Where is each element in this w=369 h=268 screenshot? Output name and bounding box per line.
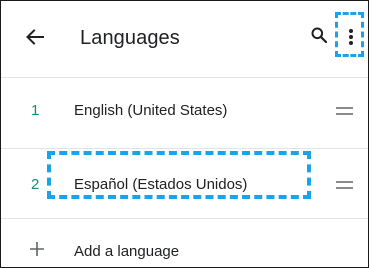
more-button-highlight bbox=[335, 12, 364, 57]
page-title: Languages bbox=[80, 27, 180, 49]
language-order-number: 2 bbox=[31, 176, 40, 193]
language-item-highlight bbox=[47, 151, 311, 199]
app-bar: Languages bbox=[1, 1, 368, 77]
drag-handle-icon[interactable] bbox=[336, 107, 353, 119]
language-label: English (United States) bbox=[74, 102, 228, 119]
search-icon bbox=[311, 27, 328, 48]
plus-icon bbox=[29, 239, 45, 261]
languages-screen: Languages 1 English (United States) 2 Es… bbox=[0, 0, 369, 268]
language-item-english[interactable]: 1 English (United States) bbox=[1, 78, 368, 148]
add-language-label: Add a language bbox=[74, 243, 180, 260]
language-order-number: 1 bbox=[31, 102, 40, 119]
add-language-button[interactable]: Add a language bbox=[1, 219, 368, 267]
back-button[interactable] bbox=[19, 23, 51, 55]
search-button[interactable] bbox=[305, 23, 333, 51]
arrow-left-icon bbox=[26, 28, 44, 50]
drag-handle-icon[interactable] bbox=[336, 181, 353, 193]
